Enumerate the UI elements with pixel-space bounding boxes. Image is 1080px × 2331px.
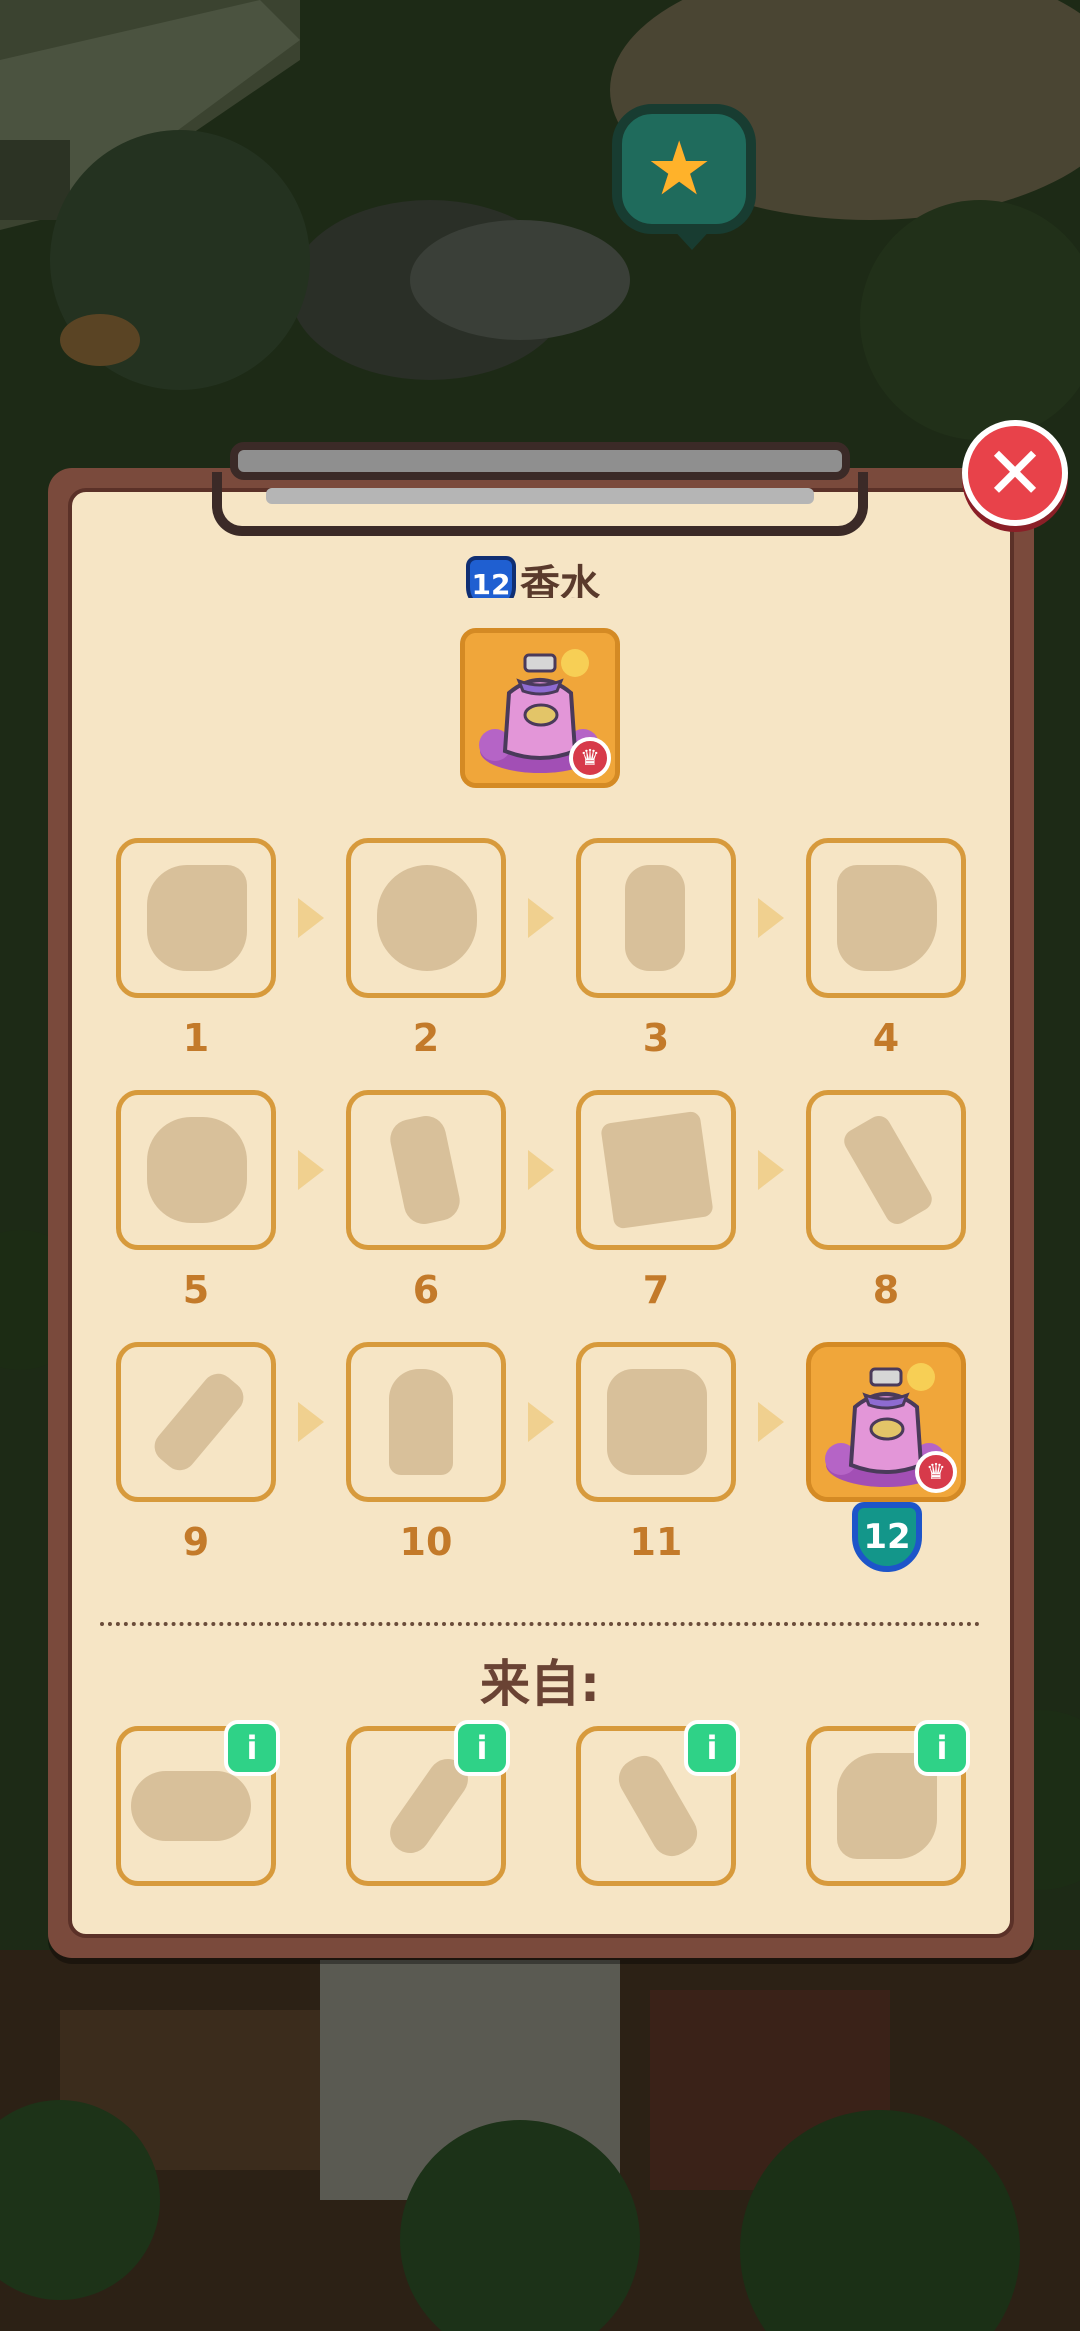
- silhouette-9-icon: [148, 1367, 250, 1477]
- silhouette-5-icon: [147, 1117, 247, 1223]
- silhouette-10-icon: [389, 1369, 453, 1475]
- favorite-star-button[interactable]: ★: [612, 104, 756, 250]
- info-icon: i: [706, 1729, 718, 1767]
- spray-bottle-silhouette-icon: [625, 865, 685, 971]
- info-button[interactable]: i: [914, 1720, 970, 1776]
- silhouette-6-icon: [386, 1112, 464, 1228]
- item-title: 12 香水: [466, 556, 626, 598]
- chain-item-1[interactable]: [116, 838, 276, 998]
- chain-level-label: 5: [182, 1268, 210, 1312]
- crown-icon: ♛: [569, 737, 611, 779]
- chain-item-12-perfume[interactable]: ♛: [806, 1342, 966, 1502]
- chain-level-label: 3: [642, 1016, 670, 1060]
- chain-level-label: 7: [642, 1268, 670, 1312]
- source-silhouette-1-icon: [131, 1771, 251, 1841]
- chain-level-label: 4: [872, 1016, 900, 1060]
- chain-level-label: 10: [399, 1520, 453, 1564]
- chain-arrow: [758, 1150, 784, 1190]
- silhouette-11-icon: [607, 1369, 707, 1475]
- chain-item-3[interactable]: [576, 838, 736, 998]
- chain-item-10[interactable]: [346, 1342, 506, 1502]
- chain-item-2[interactable]: [346, 838, 506, 998]
- info-icon: i: [246, 1729, 258, 1767]
- chain-item-7[interactable]: [576, 1090, 736, 1250]
- chain-item-6[interactable]: [346, 1090, 506, 1250]
- silhouette-1-icon: [147, 865, 247, 971]
- chain-level-label: 8: [872, 1268, 900, 1312]
- bubble-tail: [670, 226, 714, 250]
- chain-item-4[interactable]: [806, 838, 966, 998]
- crown-icon: ♛: [915, 1451, 957, 1493]
- item-name: 香水: [520, 562, 600, 598]
- hammer-silhouette-icon: [839, 1111, 937, 1229]
- from-heading: 来自:: [480, 1655, 600, 1713]
- chain-arrow: [298, 1402, 324, 1442]
- info-button[interactable]: i: [454, 1720, 510, 1776]
- silhouette-7-icon: [600, 1110, 714, 1230]
- chain-item-5[interactable]: [116, 1090, 276, 1250]
- info-icon: i: [476, 1729, 488, 1767]
- chain-level-label: 1: [182, 1016, 210, 1060]
- chain-arrow: [298, 1150, 324, 1190]
- silhouette-2-icon: [377, 865, 477, 971]
- chain-level-label: 2: [412, 1016, 440, 1060]
- chain-level-label: 6: [412, 1268, 440, 1312]
- hero-item-perfume[interactable]: ♛: [460, 628, 620, 788]
- chain-arrow: [528, 898, 554, 938]
- clipboard-clip: [212, 442, 868, 550]
- close-button[interactable]: ✕: [962, 420, 1068, 526]
- chain-arrow: [528, 1402, 554, 1442]
- level-badge: 12: [852, 1502, 922, 1572]
- info-button[interactable]: i: [684, 1720, 740, 1776]
- chain-arrow: [758, 1402, 784, 1442]
- info-button[interactable]: i: [224, 1720, 280, 1776]
- level-shield-icon: 12: [466, 556, 516, 598]
- info-icon: i: [936, 1729, 948, 1767]
- chain-arrow: [298, 898, 324, 938]
- chain-level-label: 9: [182, 1520, 210, 1564]
- chain-arrow: [758, 898, 784, 938]
- section-divider: [100, 1622, 980, 1626]
- chain-item-9[interactable]: [116, 1342, 276, 1502]
- chain-item-11[interactable]: [576, 1342, 736, 1502]
- silhouette-4-icon: [837, 865, 937, 971]
- chain-item-8[interactable]: [806, 1090, 966, 1250]
- chain-arrow: [528, 1150, 554, 1190]
- chain-level-label: 11: [629, 1520, 683, 1564]
- close-icon: ✕: [984, 431, 1046, 515]
- star-icon: ★: [646, 126, 713, 212]
